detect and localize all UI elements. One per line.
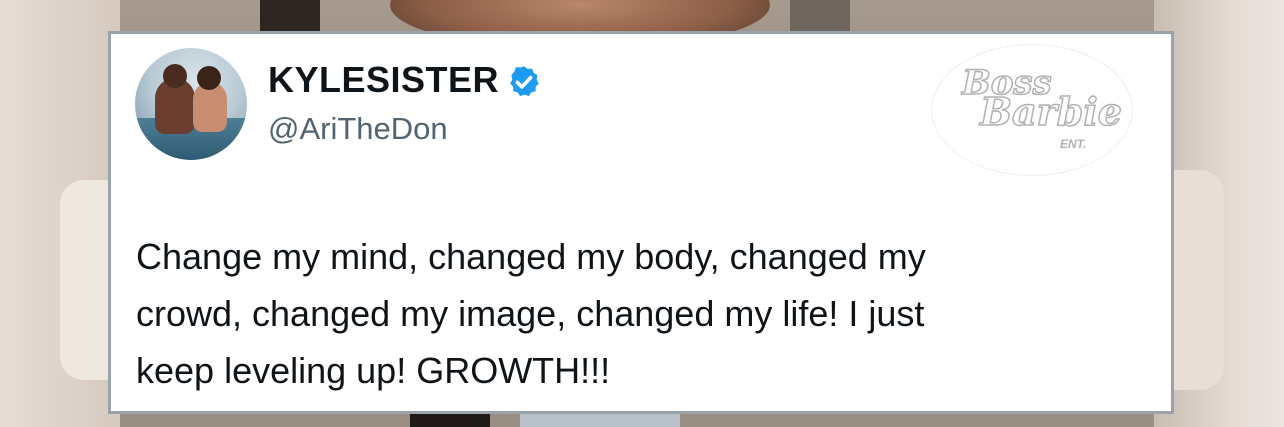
tweet-text: Change my mind, changed my body, changed…: [136, 236, 926, 391]
watermark-line-2: Barbie: [979, 88, 1122, 135]
user-handle[interactable]: @AriTheDon: [268, 110, 448, 148]
display-name[interactable]: KYLESISTER: [268, 58, 499, 102]
background-bottom-shadow: [410, 412, 490, 427]
avatar-person-left-head: [163, 64, 187, 88]
verified-badge-icon: [510, 66, 539, 97]
background-bottom-light: [520, 412, 680, 427]
watermark-logo: Boss Barbie ENT.: [931, 44, 1133, 176]
watermark-line-3: ENT.: [1060, 137, 1087, 151]
avatar-person-right-head: [197, 66, 221, 90]
tweet-card: KYLESISTER @AriTheDon Boss Barbie ENT. C…: [108, 31, 1174, 414]
avatar[interactable]: [135, 48, 247, 160]
